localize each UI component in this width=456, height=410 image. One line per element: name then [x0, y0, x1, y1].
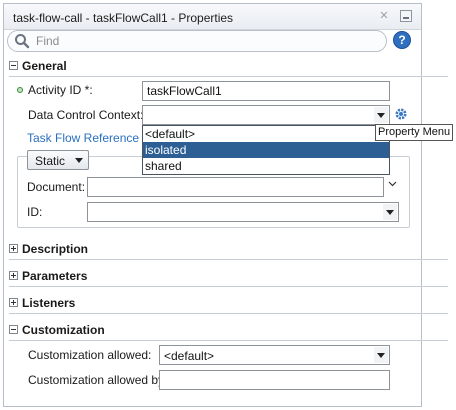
- activity-id-field[interactable]: [142, 81, 390, 101]
- gear-icon[interactable]: [394, 107, 408, 121]
- document-field[interactable]: [87, 177, 384, 197]
- section-description[interactable]: Description: [0, 241, 456, 260]
- required-indicator-icon: [17, 87, 23, 93]
- help-icon[interactable]: ?: [393, 31, 411, 49]
- section-customization[interactable]: Customization: [0, 322, 456, 341]
- section-listeners-label: Listeners: [22, 296, 76, 310]
- customization-allowed-by-field[interactable]: [159, 370, 390, 390]
- customization-allowed-value: <default>: [164, 349, 215, 363]
- expand-icon[interactable]: [9, 298, 18, 307]
- divider: [9, 76, 448, 77]
- window-title: task-flow-call - taskFlowCall1 - Propert…: [13, 11, 234, 25]
- data-control-context-label: Data Control Context:: [28, 108, 144, 122]
- customization-allowed-by-label: Customization allowed by:: [28, 373, 168, 387]
- chevron-down-icon[interactable]: [388, 179, 397, 188]
- id-select[interactable]: [87, 202, 399, 222]
- expand-icon[interactable]: [9, 244, 18, 253]
- search-icon: [15, 34, 30, 49]
- expand-icon[interactable]: [9, 271, 18, 280]
- customization-allowed-label: Customization allowed:: [28, 348, 152, 362]
- collapse-icon[interactable]: [9, 61, 18, 70]
- divider: [9, 340, 448, 341]
- section-general-label: General: [22, 59, 67, 73]
- customization-allowed-select[interactable]: <default>: [159, 345, 390, 365]
- title-bar: task-flow-call - taskFlowCall1 - Propert…: [4, 4, 421, 30]
- chevron-down-icon[interactable]: [374, 347, 388, 363]
- section-customization-label: Customization: [22, 323, 105, 337]
- reference-type-value: Static: [35, 154, 66, 168]
- chevron-down-icon[interactable]: [383, 204, 397, 220]
- section-parameters-label: Parameters: [22, 269, 88, 283]
- option-default[interactable]: <default>: [143, 126, 389, 142]
- divider: [9, 286, 448, 287]
- activity-id-label: Activity ID *:: [28, 83, 93, 97]
- search-box[interactable]: [7, 30, 387, 52]
- section-parameters[interactable]: Parameters: [0, 268, 456, 287]
- property-menu-tooltip: Property Menu: [375, 124, 453, 141]
- chevron-down-icon: [75, 158, 83, 163]
- search-input[interactable]: [34, 33, 374, 49]
- close-icon[interactable]: ✕: [378, 10, 390, 22]
- section-general[interactable]: General: [0, 58, 456, 77]
- chevron-down-icon[interactable]: [374, 107, 388, 123]
- minimize-icon[interactable]: [400, 10, 412, 22]
- option-shared[interactable]: shared: [143, 158, 389, 174]
- divider: [9, 259, 448, 260]
- section-description-label: Description: [22, 242, 89, 256]
- collapse-icon[interactable]: [9, 325, 18, 334]
- task-flow-reference-legend: Task Flow Reference: [26, 131, 141, 145]
- divider: [9, 313, 448, 314]
- data-control-context-select[interactable]: [142, 105, 390, 125]
- option-isolated[interactable]: isolated: [143, 142, 389, 158]
- document-label: Document:: [27, 180, 86, 194]
- data-control-context-options: <default> isolated shared: [142, 125, 390, 175]
- section-listeners[interactable]: Listeners: [0, 295, 456, 314]
- reference-type-select[interactable]: Static: [27, 150, 89, 170]
- id-label: ID:: [27, 205, 43, 219]
